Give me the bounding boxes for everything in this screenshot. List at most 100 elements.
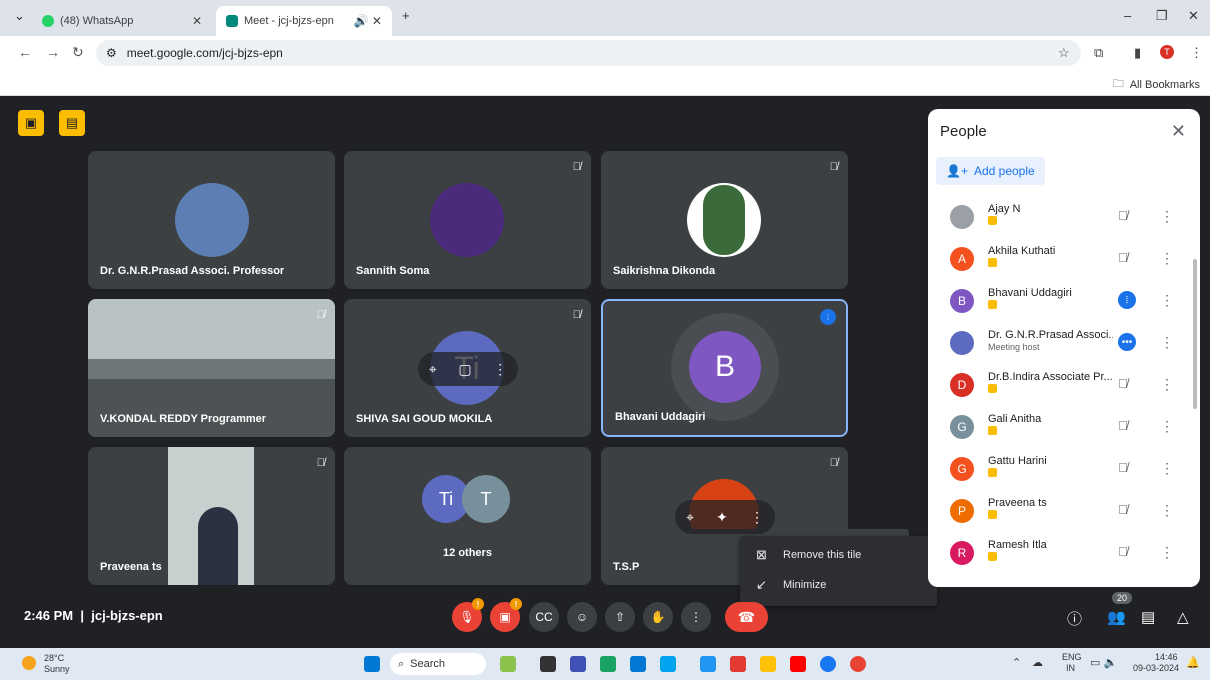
- more-icon[interactable]: ⋮: [1160, 376, 1174, 393]
- edge-icon[interactable]: [600, 656, 616, 672]
- minimize-button[interactable]: –: [1124, 8, 1131, 23]
- participant-tile[interactable]: Dr. G.N.R.Prasad Associ. Professor: [88, 151, 335, 289]
- participant-row[interactable]: G Gali Anitha 🎙̸ ⋮: [938, 407, 1188, 449]
- network-volume-icon[interactable]: ▭ 🔈: [1090, 656, 1117, 669]
- mic-off-icon[interactable]: 🎙̸: [1118, 376, 1128, 391]
- others-tile[interactable]: Ti T 12 others: [344, 447, 591, 585]
- door-icon[interactable]: ▤: [59, 110, 85, 136]
- activities-icon[interactable]: △: [1177, 608, 1189, 626]
- present-button[interactable]: ⇧: [605, 602, 635, 632]
- pin-icon[interactable]: ⌖: [429, 361, 437, 378]
- tab-meet[interactable]: Meet - jcj-bjzs-epn 🔊 ✕: [216, 6, 392, 36]
- add-people-button[interactable]: 👤+ Add people: [936, 157, 1045, 185]
- leave-call-button[interactable]: ☎: [725, 602, 768, 632]
- close-icon[interactable]: ✕: [192, 14, 202, 28]
- bookmark-star-icon[interactable]: ☆: [1058, 45, 1070, 61]
- more-actions-icon[interactable]: •••: [1118, 333, 1136, 351]
- taskbar-search[interactable]: ⌕ Search: [390, 653, 486, 675]
- more-icon[interactable]: ⋮: [1160, 502, 1174, 519]
- participant-tile[interactable]: 🎙̸ Sannith Soma: [344, 151, 591, 289]
- more-icon[interactable]: ⋮: [1160, 460, 1174, 477]
- mic-off-icon[interactable]: 🎙̸: [1118, 250, 1128, 265]
- more-icon[interactable]: ⋮: [750, 509, 764, 526]
- mic-off-icon[interactable]: 🎙̸: [1118, 460, 1128, 475]
- participant-row[interactable]: A Akhila Kuthati 🎙̸ ⋮: [938, 239, 1188, 281]
- facebook-icon[interactable]: [820, 656, 836, 672]
- participant-row[interactable]: P Praveena ts 🎙̸ ⋮: [938, 491, 1188, 533]
- tab-whatsapp[interactable]: (48) WhatsApp ✕: [32, 6, 212, 36]
- frame-icon[interactable]: ▢: [458, 361, 471, 378]
- participant-tile[interactable]: 🎙̸ V.KONDAL REDDY Programmer: [88, 299, 335, 437]
- url-bar[interactable]: ⚙ meet.google.com/jcj-bjzs-epn: [96, 40, 1081, 66]
- back-button[interactable]: ←: [18, 44, 32, 60]
- participant-row[interactable]: D Dr.B.Indira Associate Pr... 🎙̸ ⋮: [938, 365, 1188, 407]
- start-icon[interactable]: [364, 656, 380, 672]
- more-icon[interactable]: ⋮: [1160, 334, 1174, 351]
- clock[interactable]: 14:46: [1155, 652, 1178, 662]
- teams-icon[interactable]: [570, 656, 586, 672]
- add-person-icon: 👤+: [946, 164, 968, 178]
- sync-icon[interactable]: ☁: [1032, 656, 1043, 669]
- info-icon[interactable]: ⓘ: [1067, 608, 1082, 629]
- participant-row[interactable]: B Bhavani Uddagiri ⦙ ⋮: [938, 281, 1188, 323]
- scrollbar[interactable]: [1193, 259, 1197, 409]
- close-window-button[interactable]: ✕: [1188, 8, 1199, 24]
- more-icon[interactable]: ⋮: [1160, 544, 1174, 561]
- app-icon[interactable]: [700, 656, 716, 672]
- participant-tile-active[interactable]: B ⦙ Bhavani Uddagiri: [601, 299, 848, 437]
- language-label[interactable]: ENG: [1062, 652, 1082, 662]
- more-icon[interactable]: ⋮: [493, 361, 507, 378]
- pin-icon[interactable]: ⌖: [686, 509, 694, 526]
- app-icon[interactable]: [660, 656, 676, 672]
- reload-button[interactable]: ↻: [72, 44, 84, 61]
- more-icon[interactable]: ⋮: [1160, 418, 1174, 435]
- participant-tile[interactable]: 🎙̸ Saikrishna Dikonda: [601, 151, 848, 289]
- photo: [703, 185, 745, 255]
- participant-row[interactable]: R Ramesh Itla 🎙̸ ⋮: [938, 533, 1188, 575]
- people-icon[interactable]: 👥: [1107, 608, 1126, 626]
- all-bookmarks[interactable]: 🗀 All Bookmarks: [1113, 75, 1200, 94]
- minimize-item[interactable]: ↙ Minimize: [740, 570, 937, 600]
- chrome-icon[interactable]: [850, 656, 866, 672]
- notification-icon[interactable]: 🔔: [1186, 656, 1200, 669]
- participant-row[interactable]: G Gattu Harini 🎙̸ ⋮: [938, 449, 1188, 491]
- raise-hand-button[interactable]: ✋: [643, 602, 673, 632]
- close-icon[interactable]: 🔊 ✕: [354, 14, 382, 28]
- mic-off-icon[interactable]: 🎙̸: [1118, 418, 1128, 433]
- emoji-button[interactable]: ☺: [567, 602, 597, 632]
- more-icon[interactable]: ⋮: [1160, 292, 1174, 309]
- forward-button[interactable]: →: [46, 44, 60, 60]
- participant-row[interactable]: Ajay N 🎙̸ ⋮: [938, 197, 1188, 239]
- more-icon[interactable]: ⋮: [1160, 208, 1174, 225]
- chat-icon[interactable]: ▤: [1141, 608, 1155, 626]
- participant-row[interactable]: Dr. G.N.R.Prasad Associ... Meeting host ••…: [938, 323, 1188, 365]
- sidepanel-icon[interactable]: ▮: [1134, 45, 1141, 61]
- site-info-icon[interactable]: ⚙: [106, 46, 117, 60]
- new-tab-button[interactable]: +: [402, 8, 410, 23]
- profile-avatar[interactable]: T: [1160, 45, 1174, 59]
- more-options-button[interactable]: ⋮: [681, 602, 711, 632]
- restore-button[interactable]: ❐: [1156, 8, 1168, 24]
- participant-tile[interactable]: 🎙̸ Praveena ts: [88, 447, 335, 585]
- mic-off-icon[interactable]: 🎙̸: [1118, 544, 1128, 559]
- taskview-icon[interactable]: [540, 656, 556, 672]
- store-icon[interactable]: [630, 656, 646, 672]
- tab-search-icon[interactable]: ⌄: [14, 8, 25, 24]
- speaking-icon[interactable]: ⦙: [1118, 291, 1136, 309]
- close-icon[interactable]: ✕: [1171, 121, 1186, 142]
- tray-expand-icon[interactable]: ⌃: [1012, 656, 1021, 669]
- mcafee-icon[interactable]: [730, 656, 746, 672]
- participant-tile[interactable]: 🎙̸ Ti ⌖ ▢ ⋮ SHIVA SAI GOUD MOKILA: [344, 299, 591, 437]
- youtube-icon[interactable]: [790, 656, 806, 672]
- file-explorer-icon[interactable]: [760, 656, 776, 672]
- remove-tile-item[interactable]: ⊠ Remove this tile: [740, 540, 937, 570]
- menu-icon[interactable]: ⋮: [1190, 45, 1203, 61]
- sparkle-icon[interactable]: ✦: [716, 509, 728, 526]
- extensions-icon[interactable]: ⧉: [1094, 45, 1103, 61]
- captions-button[interactable]: CC: [529, 602, 559, 632]
- mic-off-icon[interactable]: 🎙̸: [1118, 502, 1128, 517]
- camera-off-icon[interactable]: ▣: [18, 110, 44, 136]
- mic-off-icon[interactable]: 🎙̸: [1118, 208, 1128, 223]
- more-icon[interactable]: ⋮: [1160, 250, 1174, 267]
- app-icon[interactable]: [500, 656, 516, 672]
